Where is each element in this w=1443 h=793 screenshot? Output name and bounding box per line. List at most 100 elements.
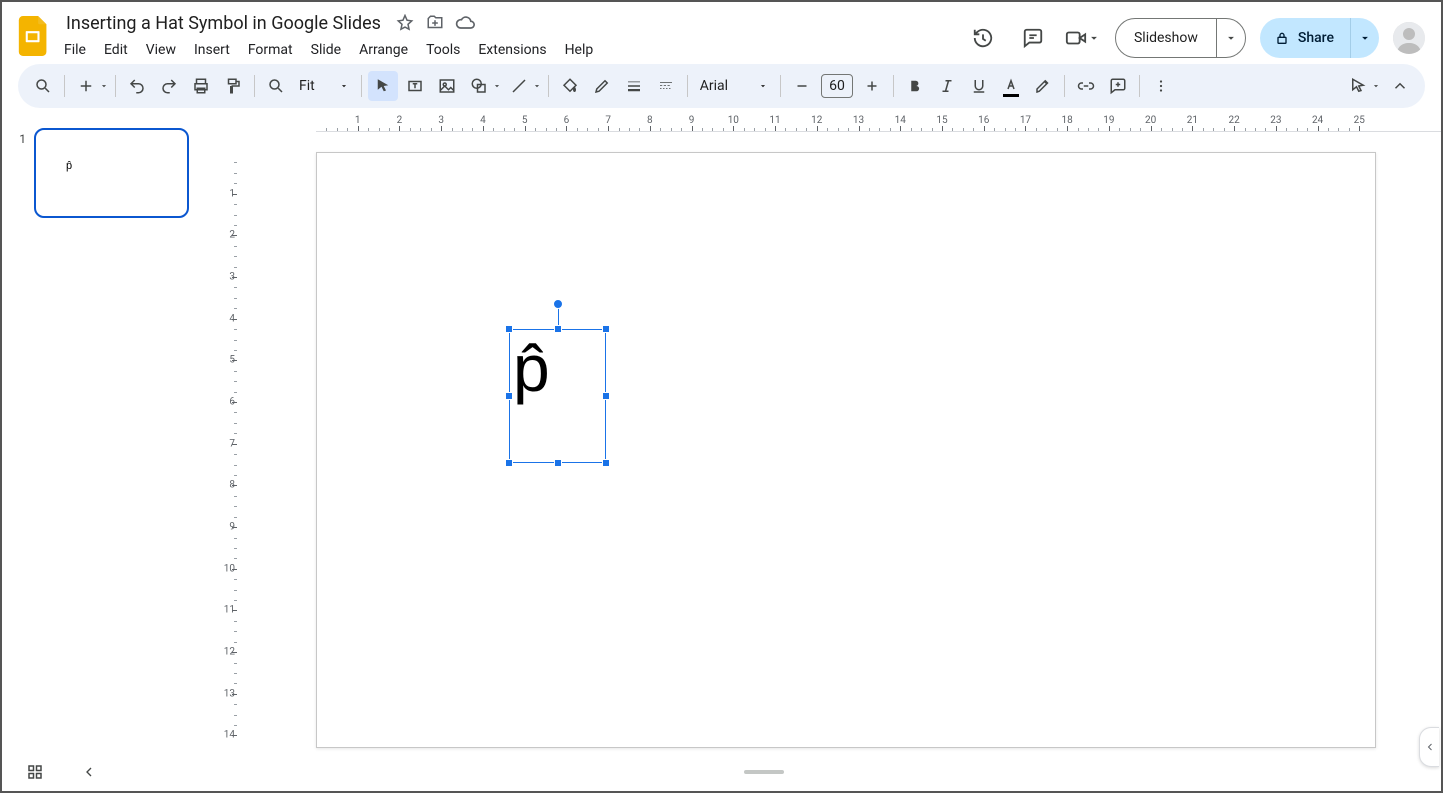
print-button[interactable] <box>186 71 216 101</box>
bold-button[interactable] <box>900 71 930 101</box>
menu-slide[interactable]: Slide <box>303 38 349 62</box>
image-button[interactable] <box>432 71 462 101</box>
slide-number: 1 <box>12 128 26 146</box>
horizontal-ruler[interactable]: 1234567891011121314151617181920212223242… <box>238 114 1441 132</box>
border-weight-button[interactable] <box>619 71 649 101</box>
separator <box>780 75 781 97</box>
separator <box>361 75 362 97</box>
zoom-select[interactable]: Fit <box>293 78 355 94</box>
italic-button[interactable] <box>932 71 962 101</box>
resize-handle-br[interactable] <box>602 459 610 467</box>
add-comment-button[interactable] <box>1103 71 1133 101</box>
resize-handle-tl[interactable] <box>505 325 513 333</box>
filmstrip[interactable]: 1 p̂ <box>2 114 212 753</box>
increase-font-button[interactable] <box>857 71 887 101</box>
vertical-ruler[interactable]: 1234567891011121314 <box>220 132 238 753</box>
separator <box>1139 75 1140 97</box>
font-size-input[interactable] <box>821 74 853 98</box>
decrease-font-button[interactable] <box>787 71 817 101</box>
menu-help[interactable]: Help <box>557 38 602 62</box>
text-color-button[interactable] <box>996 71 1026 101</box>
separator <box>1064 75 1065 97</box>
separator <box>254 75 255 97</box>
separator <box>115 75 116 97</box>
zoom-value: Fit <box>299 78 315 94</box>
slide-canvas[interactable]: p̂ <box>316 152 1376 748</box>
resize-handle-mr[interactable] <box>602 392 610 400</box>
resize-handle-ml[interactable] <box>505 392 513 400</box>
menu-tools[interactable]: Tools <box>418 38 468 62</box>
slideshow-button[interactable]: Slideshow <box>1116 19 1217 57</box>
menu-format[interactable]: Format <box>240 38 301 62</box>
mode-button[interactable] <box>1343 71 1373 101</box>
collapse-toolbar-button[interactable] <box>1385 71 1415 101</box>
star-icon[interactable] <box>395 13 415 33</box>
slide-thumbnail-1[interactable]: p̂ <box>34 128 189 218</box>
border-dash-button[interactable] <box>651 71 681 101</box>
more-button[interactable] <box>1146 71 1176 101</box>
separator <box>64 75 65 97</box>
resize-handle-tm[interactable] <box>554 325 562 333</box>
toolbar: Fit Arial <box>18 64 1425 108</box>
side-panel-toggle[interactable] <box>1419 727 1439 767</box>
separator <box>893 75 894 97</box>
resize-handle-tr[interactable] <box>602 325 610 333</box>
undo-button[interactable] <box>122 71 152 101</box>
thumb-content: p̂ <box>66 160 72 172</box>
textbox-button[interactable] <box>400 71 430 101</box>
comments-icon[interactable] <box>1015 20 1051 56</box>
font-name: Arial <box>700 78 728 94</box>
selected-text-box[interactable]: p̂ <box>509 329 606 463</box>
menu-file[interactable]: File <box>56 38 94 62</box>
share-dropdown[interactable] <box>1351 31 1379 45</box>
menu-extensions[interactable]: Extensions <box>470 38 554 62</box>
share-button[interactable]: Share <box>1260 18 1351 58</box>
menu-view[interactable]: View <box>138 38 184 62</box>
share-button-group: Share <box>1260 18 1379 58</box>
chevron-down-icon <box>339 81 349 91</box>
resize-handle-bm[interactable] <box>554 459 562 467</box>
redo-button[interactable] <box>154 71 184 101</box>
account-avatar[interactable] <box>1393 22 1425 54</box>
slide-thumb-row: 1 p̂ <box>12 128 202 218</box>
speaker-notes-handle[interactable] <box>744 770 784 774</box>
rotation-handle[interactable] <box>553 299 563 309</box>
separator <box>687 75 688 97</box>
line-button[interactable] <box>504 71 534 101</box>
workspace: 1 p̂ 12345678910111213141516171819202122… <box>2 114 1441 753</box>
bottom-bar <box>2 753 1441 791</box>
move-icon[interactable] <box>425 13 445 33</box>
collapse-filmstrip-button[interactable] <box>74 757 104 787</box>
history-icon[interactable] <box>965 20 1001 56</box>
meet-button[interactable] <box>1065 27 1101 49</box>
document-title[interactable]: Inserting a Hat Symbol in Google Slides <box>62 11 385 36</box>
fill-color-button[interactable] <box>555 71 585 101</box>
font-select[interactable]: Arial <box>694 78 774 94</box>
share-label: Share <box>1298 30 1334 46</box>
new-slide-button[interactable] <box>71 71 101 101</box>
menu-edit[interactable]: Edit <box>96 38 136 62</box>
search-menus-button[interactable] <box>28 71 58 101</box>
shape-button[interactable] <box>464 71 494 101</box>
resize-handle-bl[interactable] <box>505 459 513 467</box>
highlight-button[interactable] <box>1028 71 1058 101</box>
lock-icon <box>1274 30 1290 46</box>
zoom-tool-button[interactable] <box>261 71 291 101</box>
grid-view-button[interactable] <box>20 757 50 787</box>
chevron-down-icon <box>758 81 768 91</box>
slideshow-button-group: Slideshow <box>1115 18 1246 58</box>
cloud-status-icon[interactable] <box>455 13 475 33</box>
menu-insert[interactable]: Insert <box>186 38 238 62</box>
selection-border <box>509 329 606 463</box>
menu-arrange[interactable]: Arrange <box>351 38 416 62</box>
slideshow-dropdown[interactable] <box>1217 31 1245 45</box>
insert-link-button[interactable] <box>1071 71 1101 101</box>
menu-bar: File Edit View Insert Format Slide Arran… <box>56 36 965 64</box>
underline-button[interactable] <box>964 71 994 101</box>
select-tool-button[interactable] <box>368 71 398 101</box>
slides-logo[interactable] <box>14 16 54 56</box>
border-color-button[interactable] <box>587 71 617 101</box>
title-bar: Inserting a Hat Symbol in Google Slides … <box>2 2 1441 64</box>
paint-format-button[interactable] <box>218 71 248 101</box>
canvas-area: 1234567891011121314151617181920212223242… <box>212 114 1441 753</box>
